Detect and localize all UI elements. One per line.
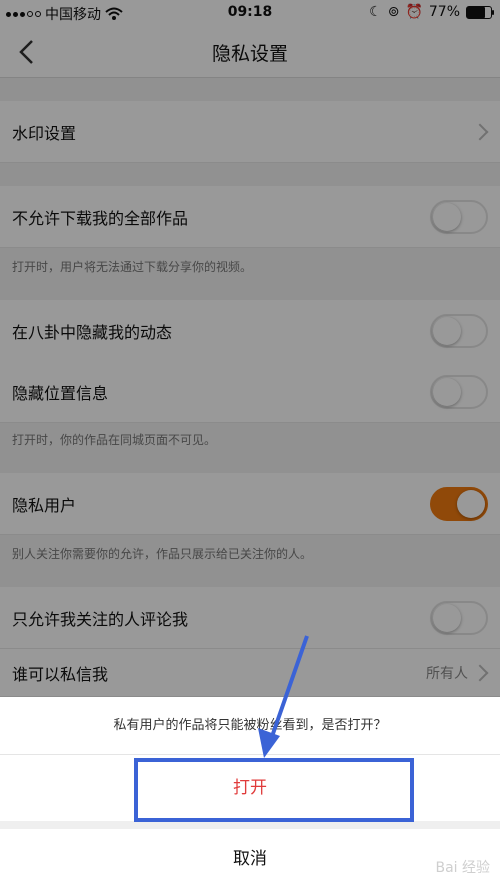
annotation-highlight-box [134, 758, 414, 822]
cancel-button[interactable]: 取消 [0, 829, 500, 889]
modal-backdrop[interactable] [0, 0, 500, 697]
action-sheet-divider [0, 821, 500, 829]
action-sheet-message: 私有用户的作品将只能被粉丝看到，是否打开？ [0, 697, 500, 755]
watermark-text: Bai 经验 [435, 860, 490, 876]
